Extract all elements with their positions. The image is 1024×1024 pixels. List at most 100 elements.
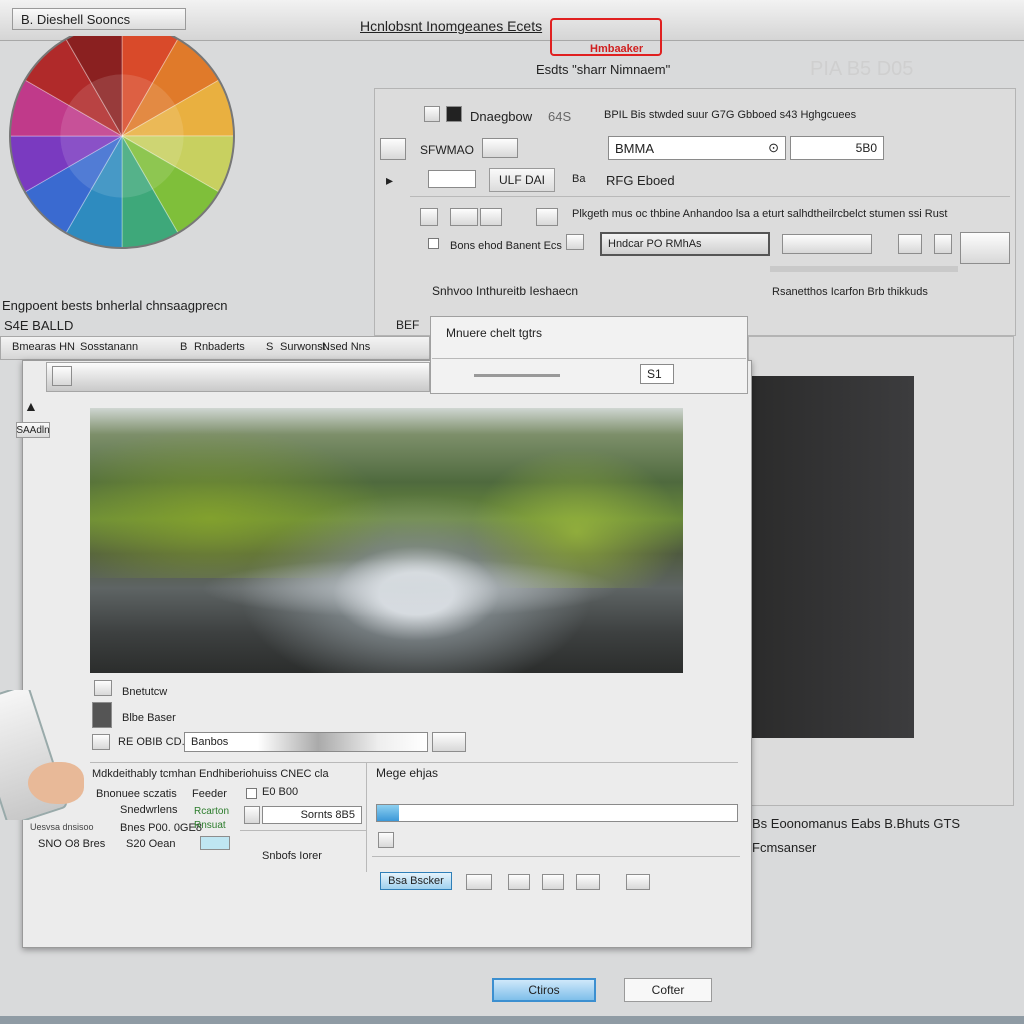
row-c-field[interactable]: Banbos [184, 732, 428, 752]
progress-bar[interactable] [376, 804, 738, 822]
tool-icon-2[interactable] [508, 874, 530, 890]
row-c-end-icon[interactable] [432, 732, 466, 752]
side-small-button-label: SAAdln [16, 424, 50, 436]
right-divider [372, 856, 740, 857]
photo-preview [90, 408, 683, 673]
row5-tool-1[interactable] [782, 234, 872, 254]
row4-icon-d[interactable] [536, 208, 558, 226]
photo-river [200, 558, 620, 618]
row5-combo-value: Hndcar PO RMhAs [608, 238, 702, 250]
side-small-button[interactable]: SAAdln [16, 422, 50, 438]
row5-tool-4[interactable] [960, 232, 1010, 264]
row-b-icon[interactable] [92, 702, 112, 728]
row5-combo[interactable]: Hndcar PO RMhAs [600, 232, 770, 256]
row2-spin-value: 5B0 [855, 141, 877, 155]
row6-right: Rsanetthos Icarfon Brb thikkuds [772, 286, 928, 298]
up-arrow-icon[interactable]: ▲ [24, 398, 38, 414]
row3-slot[interactable] [428, 170, 476, 188]
row5-checkbox[interactable] [428, 238, 439, 249]
right-desc: Bs Eoonomanus Eabs B.Bhuts GTS [752, 816, 961, 831]
row4-icon-a[interactable] [420, 208, 438, 226]
right-primary-button[interactable]: Bsa Bscker [380, 872, 452, 890]
tool-icon-4[interactable] [576, 874, 600, 890]
row2-toggle[interactable] [482, 138, 518, 158]
cancel-button-label: Cofter [651, 983, 685, 997]
num-field[interactable]: Sornts 8B5 [262, 806, 362, 824]
swatch-icon[interactable] [424, 106, 440, 122]
row5-icon[interactable] [566, 234, 584, 250]
row2-field[interactable]: BMMA ⊙ [608, 136, 786, 160]
toolbar-item-3[interactable]: B [180, 341, 187, 353]
app-title-tab[interactable]: B. Dieshell Sooncs [12, 8, 186, 30]
dialog-header-bar [46, 362, 430, 392]
ok-button[interactable]: Ctiros [492, 978, 596, 1002]
page-subtitle: Esdts "sharr Nimnaem" [536, 62, 671, 77]
row-c-icon[interactable] [92, 734, 110, 750]
row-c-field-value: Banbos [191, 736, 229, 748]
list-row-1-a: Bnonuee sczatis [96, 788, 177, 800]
toolbar-item-2[interactable]: Sosstanann [80, 341, 138, 353]
tool-icon-3[interactable] [542, 874, 564, 890]
app-title: B. Dieshell Sooncs [21, 11, 131, 27]
option-checkbox[interactable] [246, 788, 257, 799]
popup-field[interactable]: S1 [640, 364, 674, 384]
right-desc-2: Fcmsanser [752, 840, 817, 855]
search-icon[interactable]: ⊙ [768, 140, 779, 156]
row4-icon-b[interactable] [450, 208, 478, 226]
cancel-button[interactable]: Cofter [624, 978, 712, 1002]
row1-value: 64S [548, 109, 572, 124]
row5-tool-3[interactable] [934, 234, 952, 254]
list-row-4-a: SNO O8 Bres [38, 838, 106, 850]
row3-label: RFG Eboed [606, 173, 675, 188]
tool-icon-1[interactable] [466, 874, 492, 890]
settings-divider-2 [770, 266, 958, 272]
toolbar-item-5[interactable]: S [266, 341, 273, 353]
toolbar-item-6[interactable]: Surwonst [280, 341, 326, 353]
num-stepper-icon[interactable] [244, 806, 260, 824]
right-title: Mege ehjas [376, 766, 439, 780]
right-primary-button-label: Bsa Bscker [388, 875, 444, 887]
right-small-icon[interactable] [378, 832, 394, 848]
list-badge[interactable] [200, 836, 230, 850]
popup-slider[interactable] [474, 374, 560, 377]
dialog-divider-2 [240, 830, 366, 831]
caption-under-tablet: Uesvsa dnsisoo [30, 822, 94, 832]
row-c-prefix: RE OBIB CD. [118, 736, 185, 748]
row1-label: Dnaegbow [470, 109, 533, 124]
list-row-4-b: S20 Oean [126, 838, 176, 850]
tool-icon-5[interactable] [626, 874, 650, 890]
hand-shape [28, 762, 84, 804]
row3-button[interactable]: ULF DAI [489, 168, 555, 192]
header-link[interactable]: Hcnlobsnt Inomgeanes Ecets [360, 18, 542, 34]
color-wheel[interactable] [6, 36, 238, 272]
row-a-label: Bnetutcw [122, 686, 168, 698]
dialog-col-split [366, 762, 367, 872]
row2-label: SFWMAO [420, 143, 474, 157]
list-row-2-b: Rcarton [194, 806, 230, 817]
preview-dark [750, 376, 914, 738]
progress-fill [377, 805, 399, 821]
popup-field-value: S1 [647, 367, 662, 381]
list-row-3-a: Bnes P00. 0GE8 [120, 822, 202, 834]
toolbar-item-7[interactable]: Nsed Nns [322, 341, 370, 353]
option-checkbox-label: E0 B00 [262, 786, 299, 798]
row2-icon[interactable] [380, 138, 406, 160]
row4-desc: Plkgeth mus oc thbine Anhandoo lsa a etu… [572, 208, 948, 220]
row3-expander-icon[interactable]: ▸ [386, 172, 393, 189]
toolbar-item-1[interactable]: Bmearas HN [12, 341, 75, 353]
swatch-dark-icon[interactable] [446, 106, 462, 122]
dialog-menu-icon[interactable] [52, 366, 72, 386]
row2-field-value: BMMA [615, 140, 654, 156]
list-row-1-b: Feeder [192, 788, 227, 800]
list-row-2-a: Snedwrlens [120, 804, 178, 816]
annotation-label: Hmbaaker [590, 43, 644, 55]
row4-icon-c[interactable] [480, 208, 502, 226]
toolbar-item-4[interactable]: Rnbaderts [194, 341, 245, 353]
row2-spin[interactable]: 5B0 [790, 136, 884, 160]
ghost-label: PIA B5 D05 [810, 58, 914, 80]
row5-tool-2[interactable] [898, 234, 922, 254]
toolbar-left-btn[interactable]: BEF [396, 318, 419, 332]
color-wheel-inner-ring [60, 74, 184, 198]
row3-marker: Ba [572, 173, 586, 185]
row-a-icon[interactable] [94, 680, 112, 696]
